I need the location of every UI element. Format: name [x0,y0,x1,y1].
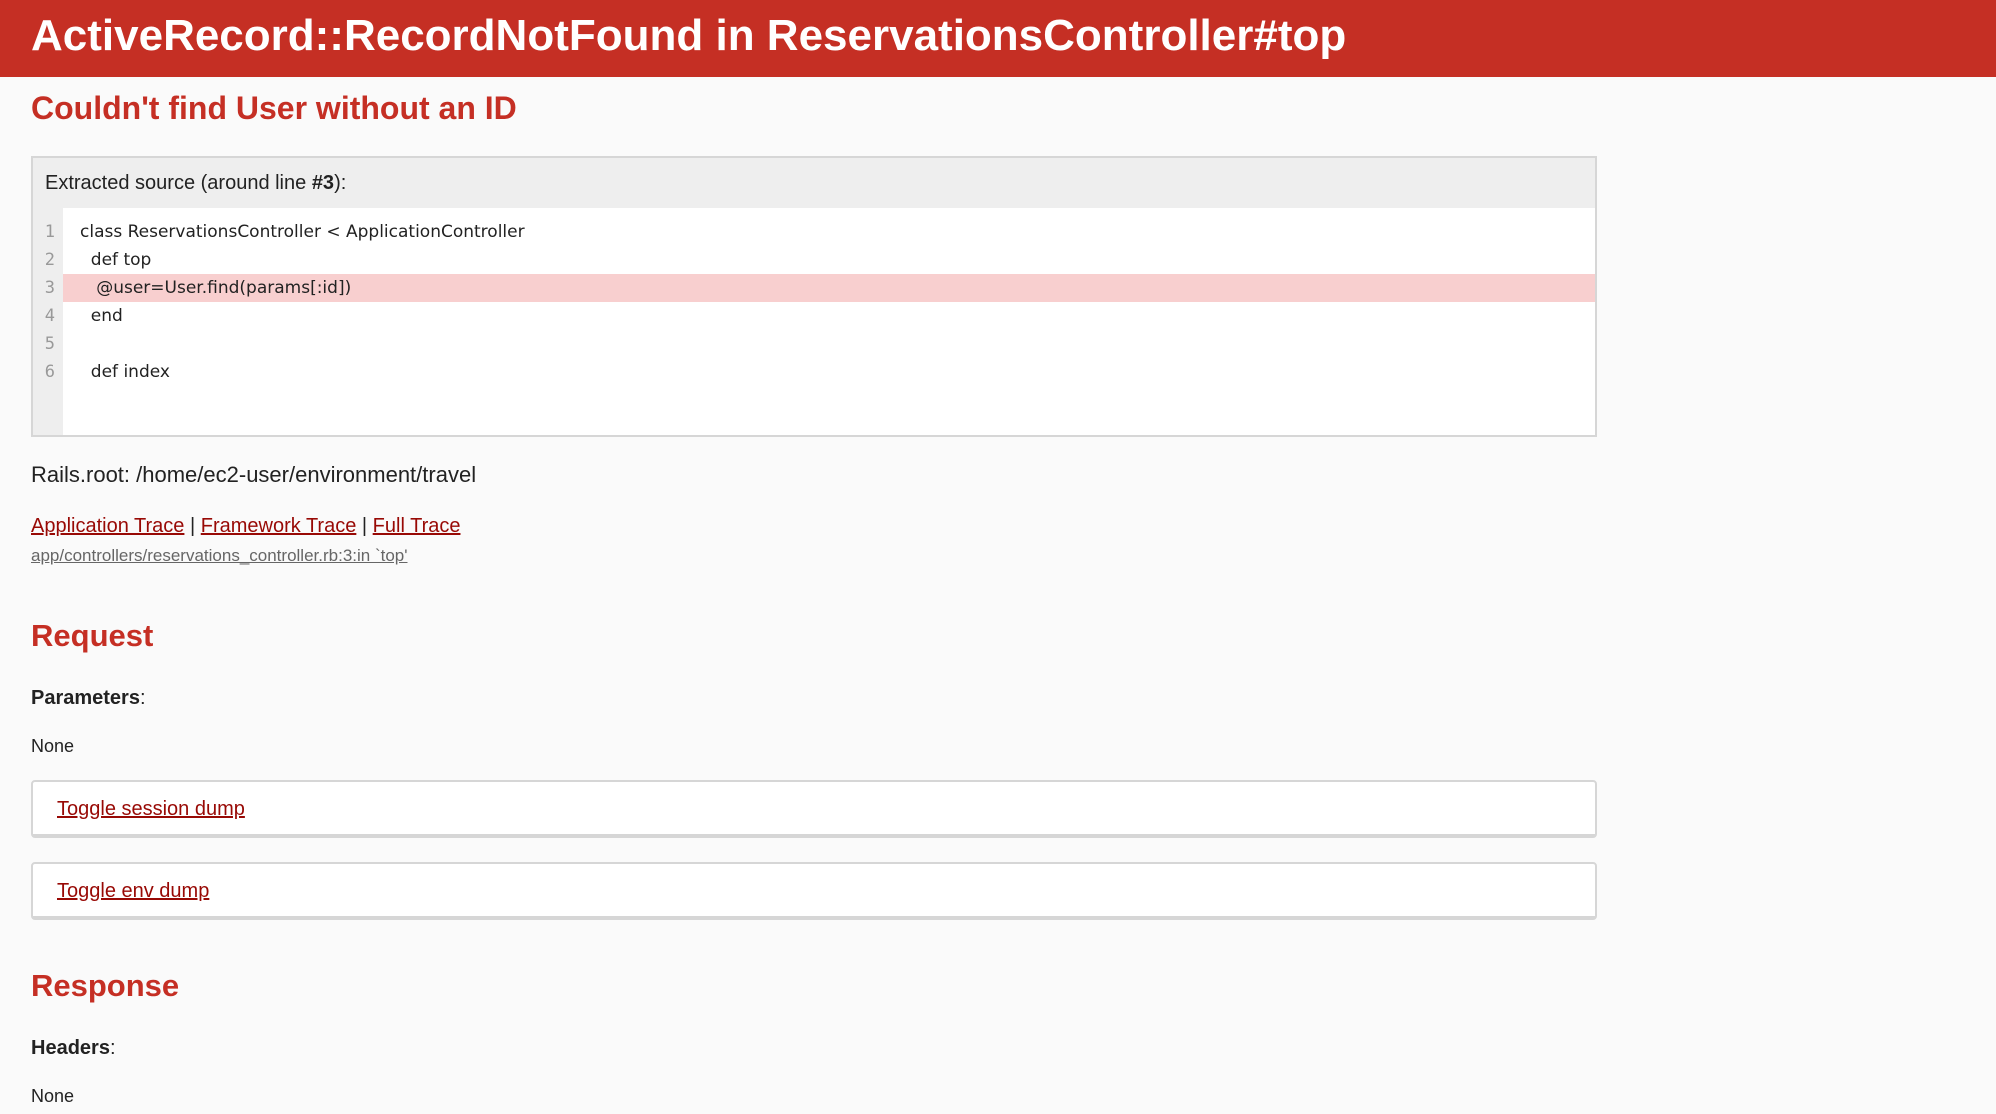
code-text: def index [80,362,170,382]
code-line: end [63,302,1595,330]
headers-label: Headers: [31,1037,116,1059]
rails-root: Rails.root: /home/ec2-user/environment/t… [31,462,477,487]
parameters-value: None [31,736,75,756]
env-dump-panel: Toggle env dump [31,862,1597,920]
code-text: end [80,306,123,326]
line-number: 1 [44,222,55,242]
code-text: @user=User.find(params[:id]) [80,278,352,298]
parameters-label-text: Parameters [31,687,140,709]
error-header: ActiveRecord::RecordNotFound in Reservat… [0,0,1996,77]
source-title-prefix: Extracted source (around line [45,172,312,194]
code-text: def top [80,250,152,270]
request-heading: Request [31,618,154,653]
toggle-env-dump-link[interactable]: Toggle env dump [57,878,209,904]
source-title-line: #3 [311,172,335,194]
source-title-suffix: ): [334,172,347,194]
code-line: def top [63,246,1595,274]
trace-links: Application Trace | Framework Trace | Fu… [31,512,460,540]
line-number: 6 [44,362,55,382]
trace-separator: | [361,515,368,537]
headers-label-text: Headers [31,1037,110,1059]
response-heading: Response [31,968,180,1003]
extracted-source-title: Extracted source (around line #3): [33,158,1595,208]
headers-value: None [31,1086,75,1106]
code-text: class ReservationsController < Applicati… [80,222,525,242]
application-trace-link[interactable]: Application Trace [31,515,184,537]
full-trace-link[interactable]: Full Trace [373,515,461,537]
trace-entry-link[interactable]: app/controllers/reservations_controller.… [31,546,408,565]
parameters-label: Parameters: [31,687,146,709]
line-number: 4 [44,306,55,326]
session-dump-panel: Toggle session dump [31,780,1597,838]
error-title: ActiveRecord::RecordNotFound in Reservat… [31,11,1347,60]
line-number: 3 [44,278,55,298]
code-line: def index [63,358,1595,386]
line-number: 5 [44,334,55,354]
framework-trace-link[interactable]: Framework Trace [201,515,357,537]
trace-entry: app/controllers/reservations_controller.… [31,544,408,568]
code-line: class ReservationsController < Applicati… [63,218,1595,246]
code-line-highlighted: @user=User.find(params[:id]) [63,274,1595,302]
toggle-session-dump-link[interactable]: Toggle session dump [57,796,245,822]
exception-message: Couldn't find User without an ID [31,90,517,126]
extracted-source-panel: Extracted source (around line #3): class… [31,156,1597,437]
trace-separator: | [189,515,196,537]
line-number: 2 [44,250,55,270]
